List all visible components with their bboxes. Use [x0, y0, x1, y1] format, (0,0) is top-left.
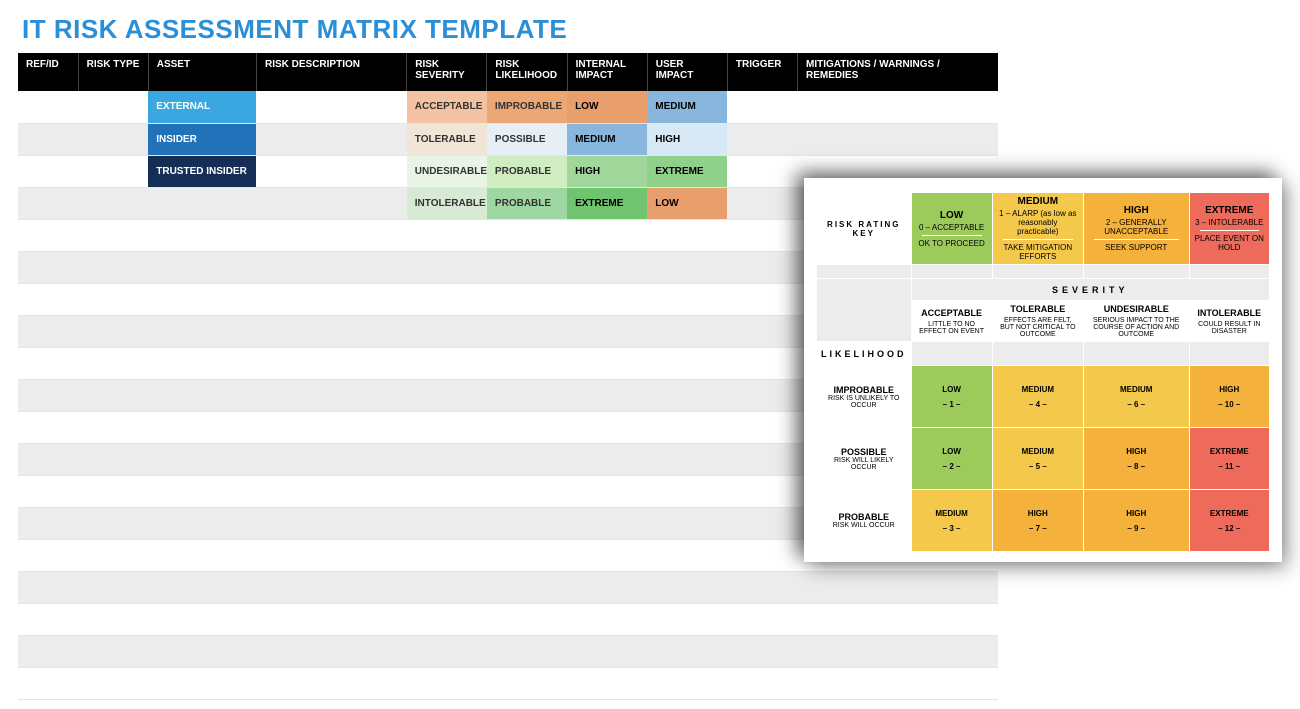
col-likelihood: RISK LIKELIHOOD: [487, 53, 567, 91]
matrix-cell: MEDIUM– 5 –: [992, 428, 1083, 490]
matrix-cell: MEDIUM– 4 –: [992, 366, 1083, 428]
likelihood-cell[interactable]: PROBABLE: [487, 187, 567, 219]
likelihood-heading: LIKELIHOOD: [817, 342, 912, 366]
col-trigger: TRIGGER: [727, 53, 797, 91]
risk-rating-key-card: RISK RATING KEY LOW 0 – ACCEPTABLE OK TO…: [804, 178, 1282, 562]
table-row[interactable]: [18, 635, 998, 667]
severity-cell[interactable]: ACCEPTABLE: [407, 91, 487, 123]
internal-impact-cell[interactable]: HIGH: [567, 155, 647, 187]
user-impact-cell[interactable]: EXTREME: [647, 155, 727, 187]
matrix-cell: MEDIUM– 6 –: [1083, 366, 1189, 428]
table-header-row: REF/ID RISK TYPE ASSET RISK DESCRIPTION …: [18, 53, 998, 91]
matrix-cell: HIGH– 8 –: [1083, 428, 1189, 490]
sev-col-undesirable: UNDESIRABLE SERIOUS IMPACT TO THE COURSE…: [1083, 301, 1189, 342]
internal-impact-cell[interactable]: MEDIUM: [567, 123, 647, 155]
table-row[interactable]: INSIDER TOLERABLE POSSIBLE MEDIUM HIGH: [18, 123, 998, 155]
col-intimpact: INTERNAL IMPACT: [567, 53, 647, 91]
col-mitig: MITIGATIONS / WARNINGS / REMEDIES: [798, 53, 998, 91]
matrix-cell: EXTREME– 11 –: [1189, 428, 1269, 490]
sev-col-intolerable: INTOLERABLE COULD RESULT IN DISASTER: [1189, 301, 1269, 342]
risk-rating-key-grid: RISK RATING KEY LOW 0 – ACCEPTABLE OK TO…: [816, 192, 1270, 552]
matrix-cell: HIGH– 9 –: [1083, 490, 1189, 552]
col-userimpact: USER IMPACT: [647, 53, 727, 91]
level-extreme: EXTREME 3 – INTOLERABLE PLACE EVENT ON H…: [1189, 193, 1269, 265]
matrix-cell: LOW– 1 –: [911, 366, 992, 428]
severity-cell[interactable]: TOLERABLE: [407, 123, 487, 155]
internal-impact-cell[interactable]: LOW: [567, 91, 647, 123]
level-high: HIGH 2 – GENERALLY UNACCEPTABLE SEEK SUP…: [1083, 193, 1189, 265]
lik-row-improbable: IMPROBABLE RISK IS UNLIKELY TO OCCUR: [817, 366, 912, 428]
internal-impact-cell[interactable]: EXTREME: [567, 187, 647, 219]
table-row[interactable]: [18, 571, 998, 603]
asset-cell[interactable]: EXTERNAL: [148, 91, 256, 123]
sev-col-acceptable: ACCEPTABLE LITTLE TO NO EFFECT ON EVENT: [911, 301, 992, 342]
col-desc: RISK DESCRIPTION: [256, 53, 406, 91]
user-impact-cell[interactable]: MEDIUM: [647, 91, 727, 123]
table-row[interactable]: [18, 603, 998, 635]
page-title: IT RISK ASSESSMENT MATRIX TEMPLATE: [0, 0, 1300, 53]
lik-row-probable: PROBABLE RISK WILL OCCUR: [817, 490, 912, 552]
likelihood-cell[interactable]: PROBABLE: [487, 155, 567, 187]
table-row[interactable]: EXTERNAL ACCEPTABLE IMPROBABLE LOW MEDIU…: [18, 91, 998, 123]
lik-row-possible: POSSIBLE RISK WILL LIKELY OCCUR: [817, 428, 912, 490]
matrix-cell: HIGH– 7 –: [992, 490, 1083, 552]
likelihood-cell[interactable]: IMPROBABLE: [487, 91, 567, 123]
col-risktype: RISK TYPE: [78, 53, 148, 91]
sev-col-tolerable: TOLERABLE EFFECTS ARE FELT, BUT NOT CRIT…: [992, 301, 1083, 342]
col-severity: RISK SEVERITY: [407, 53, 487, 91]
level-medium: MEDIUM 1 – ALARP (as low as reasonably p…: [992, 193, 1083, 265]
severity-cell[interactable]: UNDESIRABLE: [407, 155, 487, 187]
severity-cell[interactable]: INTOLERABLE: [407, 187, 487, 219]
table-row[interactable]: [18, 667, 998, 699]
user-impact-cell[interactable]: LOW: [647, 187, 727, 219]
asset-cell[interactable]: INSIDER: [148, 123, 256, 155]
asset-cell[interactable]: TRUSTED INSIDER: [148, 155, 256, 187]
col-asset: ASSET: [148, 53, 256, 91]
severity-heading: SEVERITY: [911, 279, 1270, 301]
user-impact-cell[interactable]: HIGH: [647, 123, 727, 155]
matrix-cell: MEDIUM– 3 –: [911, 490, 992, 552]
matrix-cell: LOW– 2 –: [911, 428, 992, 490]
matrix-cell: EXTREME– 12 –: [1189, 490, 1269, 552]
matrix-cell: HIGH– 10 –: [1189, 366, 1269, 428]
hatch-corner: [817, 279, 912, 342]
col-refid: REF/ID: [18, 53, 78, 91]
key-title: RISK RATING KEY: [817, 193, 912, 265]
level-low: LOW 0 – ACCEPTABLE OK TO PROCEED: [911, 193, 992, 265]
likelihood-cell[interactable]: POSSIBLE: [487, 123, 567, 155]
